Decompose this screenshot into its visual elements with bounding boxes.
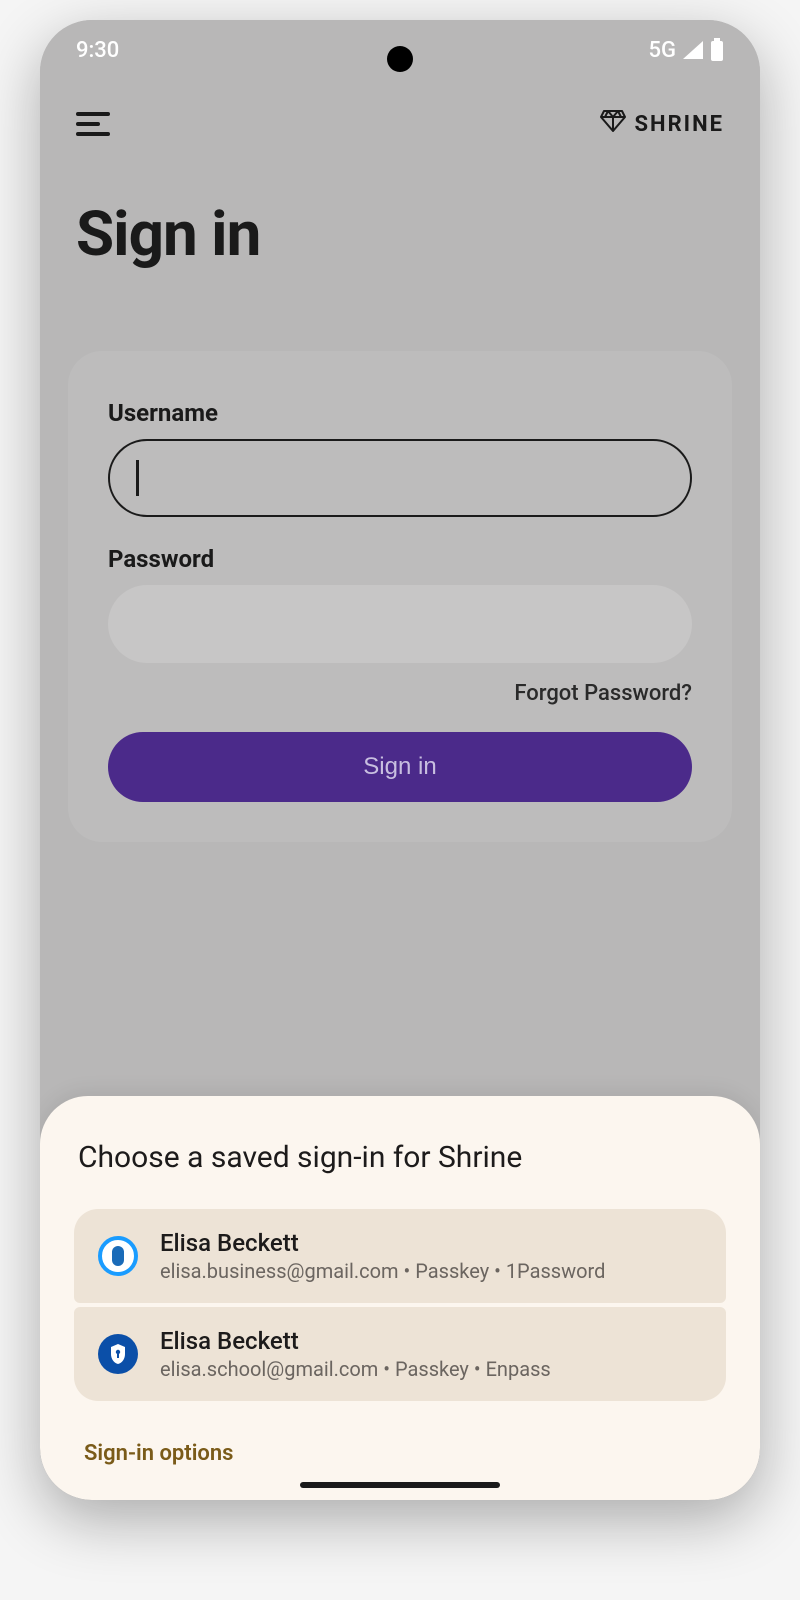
forgot-password-link[interactable]: Forgot Password? [514,681,692,706]
battery-icon [710,38,724,62]
password-label: Password [108,545,692,573]
credential-detail: elisa.school@gmail.com • Passkey • Enpas… [160,1357,702,1381]
signin-options-link[interactable]: Sign-in options [84,1441,233,1466]
password-block: Password [108,545,692,663]
signin-button[interactable]: Sign in [108,732,692,802]
status-right: 5G [649,38,725,63]
credential-detail: elisa.business@gmail.com • Passkey • 1Pa… [160,1259,702,1283]
status-time: 9:30 [76,38,119,63]
brand-logo: SHRINE [600,110,724,138]
page-title: Sign in [40,158,760,351]
username-label: Username [108,399,692,427]
gesture-bar[interactable] [300,1482,500,1488]
brand-name: SHRINE [634,112,724,137]
1password-icon [98,1236,138,1276]
credential-name: Elisa Beckett [160,1327,702,1355]
menu-icon[interactable] [76,112,110,136]
credential-name: Elisa Beckett [160,1229,702,1257]
status-network: 5G [649,38,677,63]
camera-notch [387,46,413,72]
username-input[interactable] [108,439,692,517]
credential-item[interactable]: Elisa Beckett elisa.business@gmail.com •… [74,1209,726,1303]
credential-item[interactable]: Elisa Beckett elisa.school@gmail.com • P… [74,1307,726,1401]
diamond-icon [600,110,626,138]
sheet-title: Choose a saved sign-in for Shrine [74,1140,726,1175]
signal-icon [682,40,704,60]
app-header: SHRINE [40,80,760,158]
signin-form: Username Password Forgot Password? Sign … [68,351,732,842]
phone-frame: 9:30 5G SHRINE Sign in [40,20,760,1500]
username-block: Username [108,399,692,517]
credential-picker-sheet: Choose a saved sign-in for Shrine Elisa … [40,1096,760,1500]
password-input[interactable] [108,585,692,663]
credential-list: Elisa Beckett elisa.business@gmail.com •… [74,1209,726,1401]
enpass-icon [98,1334,138,1374]
